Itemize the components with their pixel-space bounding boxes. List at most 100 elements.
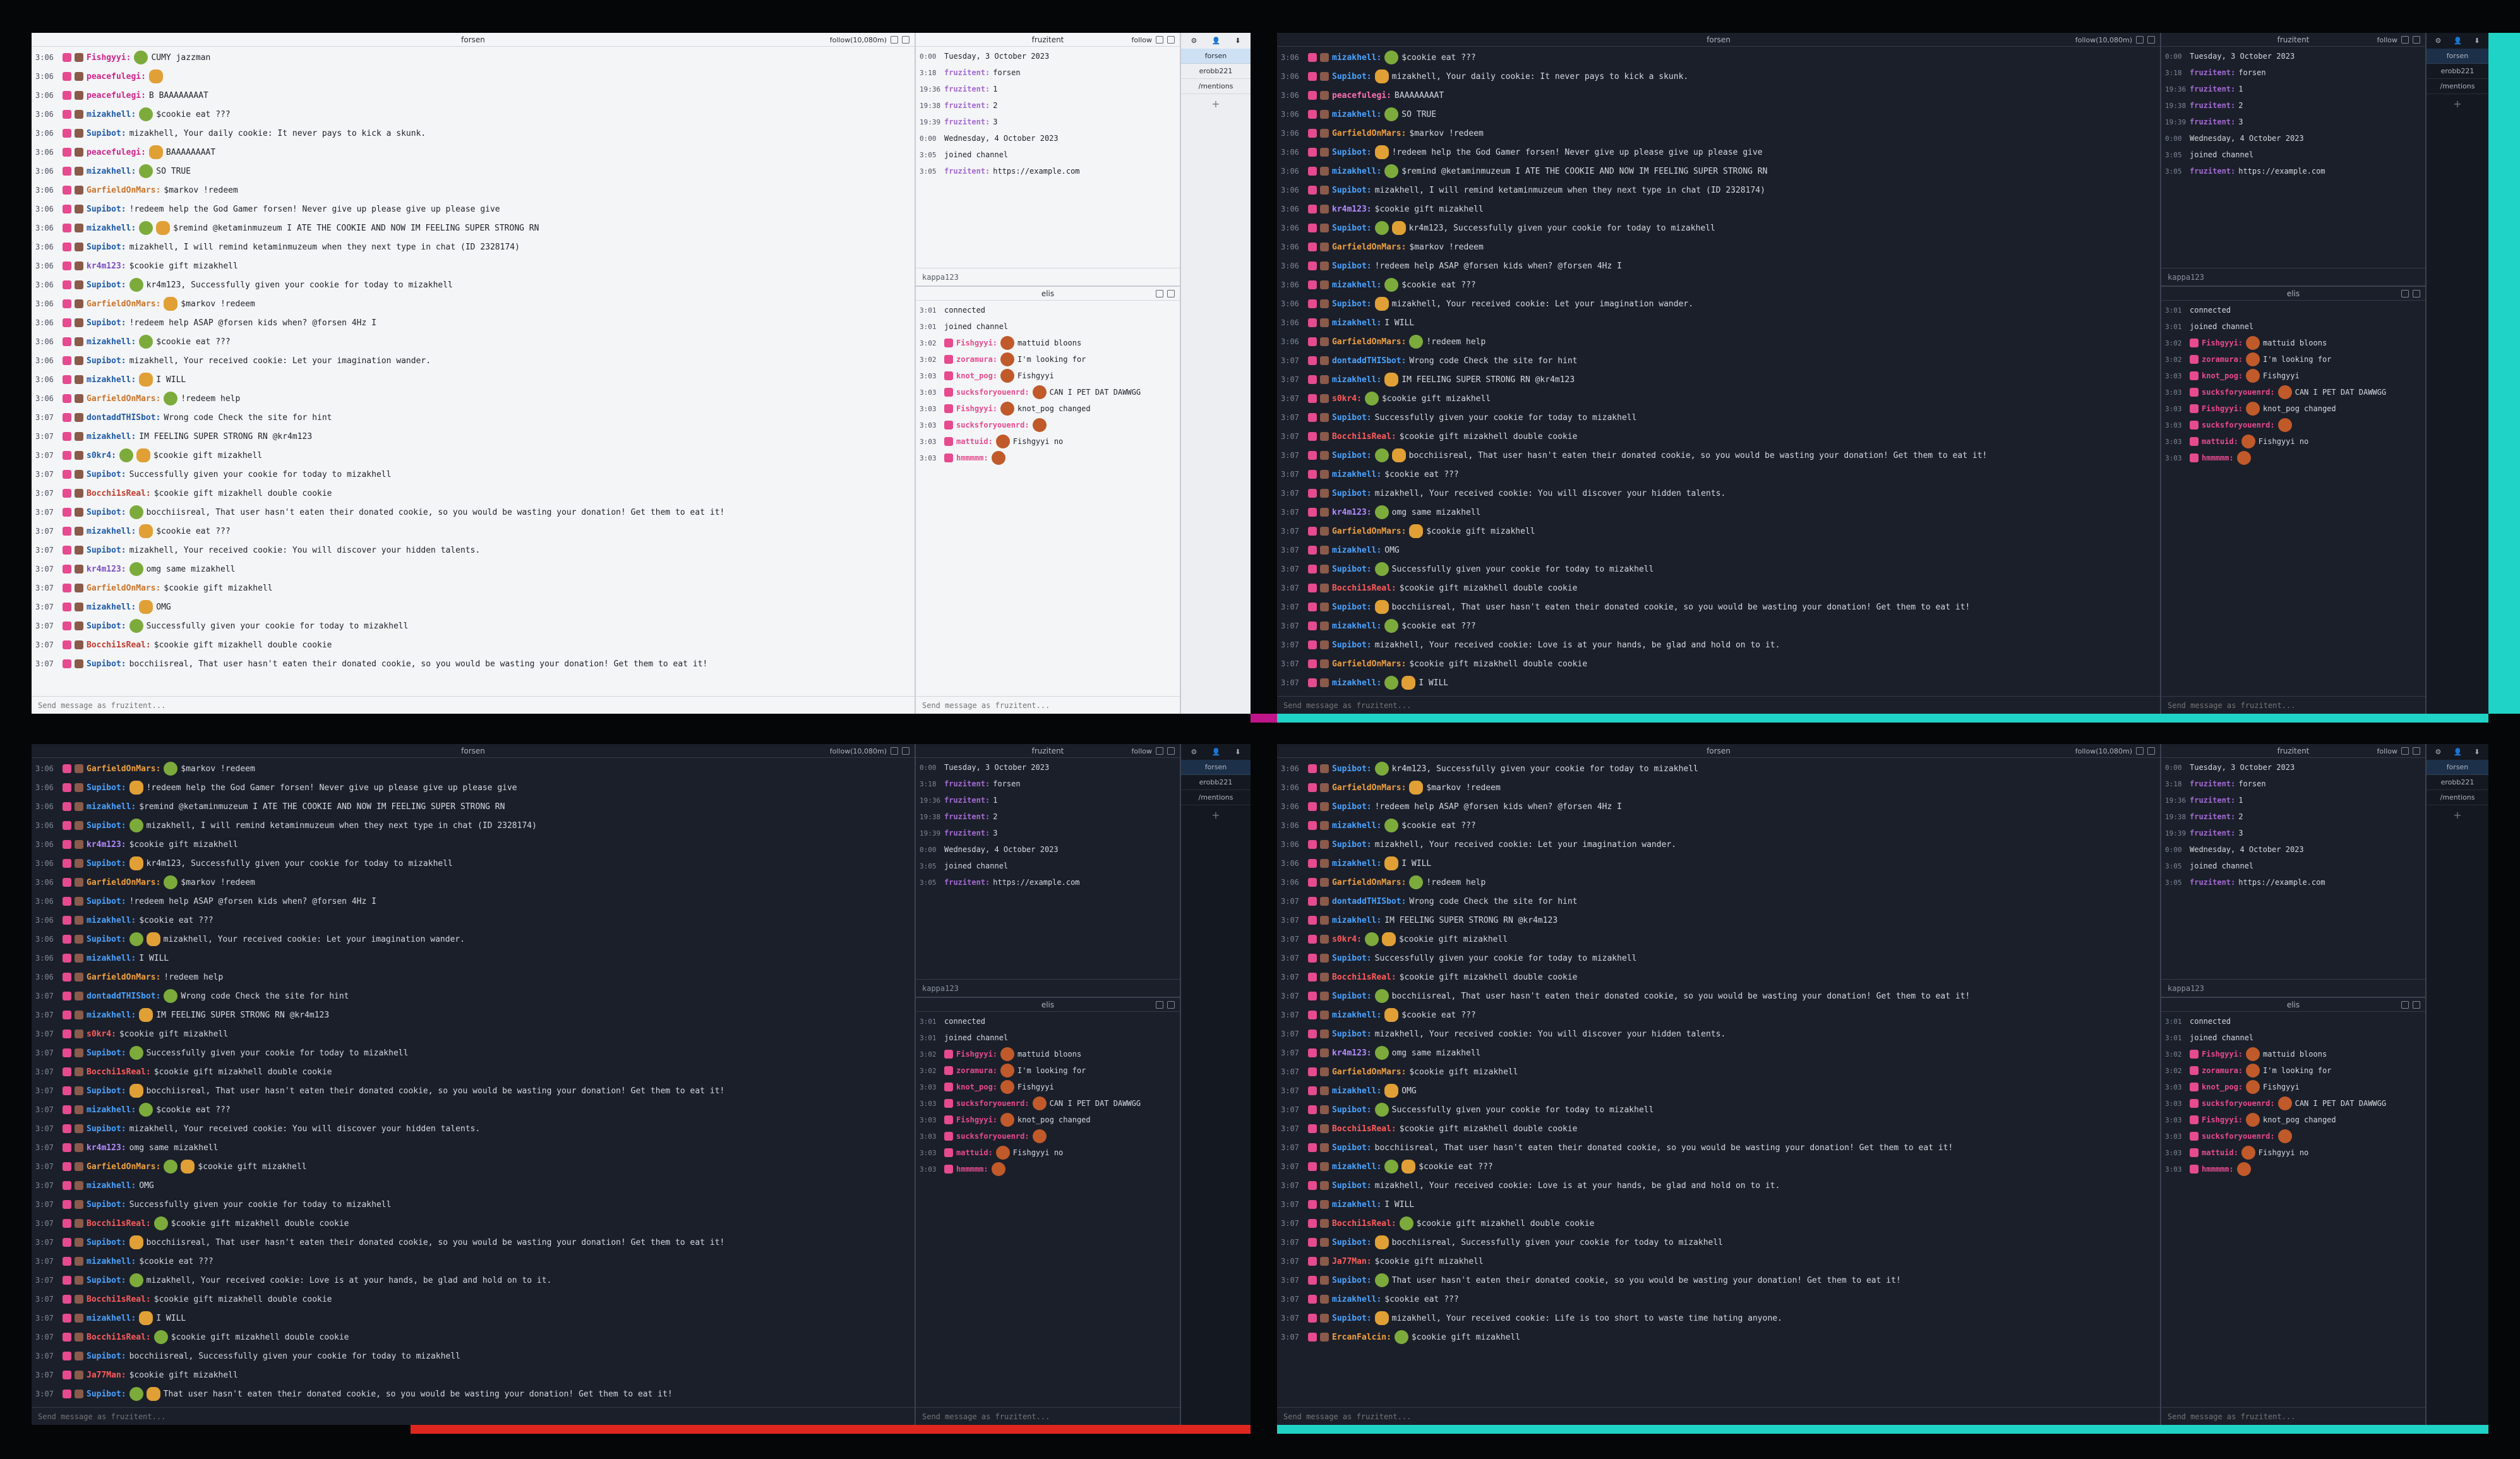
message-username[interactable]: s0kr4:: [87, 1030, 116, 1039]
message-username[interactable]: mattuid:: [2202, 437, 2238, 446]
message-username[interactable]: fruzitent:: [2190, 878, 2235, 887]
message-username[interactable]: Supibot:: [1332, 1105, 1372, 1115]
settings-icon[interactable]: ⚙: [2435, 37, 2442, 45]
message-username[interactable]: Supibot:: [87, 1048, 126, 1058]
message-username[interactable]: Supibot:: [1332, 261, 1372, 271]
message-username[interactable]: mattuid:: [956, 437, 993, 446]
follow-status[interactable]: follow(10,080m): [2075, 36, 2132, 44]
sidebar-item-mentions[interactable]: /mentions: [2427, 790, 2488, 805]
message-list[interactable]: 3:06 Fishgyyi: CUMY jazzman 3:06 peacefulegi…: [32, 47, 915, 696]
message-username[interactable]: Supibot:: [87, 470, 126, 479]
message-username[interactable]: GarfieldOnMars:: [1332, 1067, 1406, 1077]
message-link[interactable]: https://example.com: [993, 878, 1079, 887]
chat-input[interactable]: [1283, 700, 2154, 710]
split-input[interactable]: [2168, 272, 2419, 282]
message-username[interactable]: GarfieldOnMars:: [1332, 527, 1406, 536]
message-username[interactable]: fruzitent:: [944, 68, 990, 77]
message-username[interactable]: fruzitent:: [2190, 101, 2235, 110]
message-username[interactable]: mizakhell:: [87, 167, 136, 176]
message-username[interactable]: Supibot:: [1332, 1143, 1372, 1153]
message-username[interactable]: Supibot:: [87, 1124, 126, 1134]
mod-icon[interactable]: [1156, 290, 1163, 297]
message-username[interactable]: Supibot:: [87, 318, 126, 328]
message-username[interactable]: GarfieldOnMars:: [1332, 878, 1406, 887]
message-username[interactable]: dontaddTHISbot:: [1332, 897, 1406, 906]
message-username[interactable]: Bocchi1sReal:: [87, 1295, 151, 1304]
add-tab-button[interactable]: +: [2427, 94, 2488, 114]
message-username[interactable]: GarfieldOnMars:: [1332, 129, 1406, 138]
message-username[interactable]: mizakhell:: [1332, 167, 1381, 176]
sidebar-item-forsen[interactable]: forsen: [1181, 49, 1251, 64]
message-username[interactable]: Bocchi1sReal:: [1332, 1219, 1396, 1228]
split-input[interactable]: [922, 1412, 1173, 1421]
message-username[interactable]: mizakhell:: [1332, 621, 1381, 631]
split-input[interactable]: [922, 700, 1173, 710]
message-username[interactable]: mizakhell:: [1332, 821, 1381, 831]
message-username[interactable]: sucksforyouenrd:: [956, 421, 1029, 429]
message-username[interactable]: mizakhell:: [87, 1257, 136, 1266]
download-icon[interactable]: ⬇: [2474, 748, 2480, 756]
message-username[interactable]: sucksforyouenrd:: [956, 388, 1029, 397]
message-username[interactable]: Supibot:: [87, 935, 126, 944]
split-input[interactable]: [2168, 700, 2419, 710]
split-message-list[interactable]: 3:01 connected 3:01 joined channel 3:02 Fishg…: [916, 1012, 1180, 1407]
message-username[interactable]: Supibot:: [1332, 299, 1372, 309]
mod-icon[interactable]: [2401, 290, 2409, 297]
message-username[interactable]: kr4m123:: [1332, 1048, 1372, 1058]
menu-icon[interactable]: [902, 36, 909, 44]
message-username[interactable]: kr4m123:: [87, 1143, 126, 1153]
message-username[interactable]: Supibot:: [87, 1200, 126, 1210]
message-username[interactable]: GarfieldOnMars:: [87, 299, 160, 309]
message-username[interactable]: fruzitent:: [944, 101, 990, 110]
download-icon[interactable]: ⬇: [1235, 748, 1240, 756]
message-link[interactable]: https://example.com: [993, 167, 1079, 176]
message-username[interactable]: s0kr4:: [87, 451, 116, 460]
message-username[interactable]: Supibot:: [87, 508, 126, 517]
message-username[interactable]: Bocchi1sReal:: [87, 1067, 151, 1077]
settings-icon[interactable]: ⚙: [1191, 748, 1197, 756]
mod-icon[interactable]: [2136, 36, 2144, 44]
message-username[interactable]: Bocchi1sReal:: [1332, 1124, 1396, 1134]
sidebar-item-erobb221[interactable]: erobb221: [2427, 64, 2488, 79]
menu-icon[interactable]: [2147, 747, 2155, 755]
chat-input[interactable]: [38, 700, 908, 710]
message-username[interactable]: peacefulegi:: [87, 91, 146, 100]
message-username[interactable]: Ja77Man:: [87, 1371, 126, 1380]
message-username[interactable]: Supibot:: [87, 621, 126, 631]
chat-input[interactable]: [38, 1412, 908, 1421]
message-username[interactable]: knot_pog:: [956, 371, 997, 380]
message-username[interactable]: Supibot:: [87, 1086, 126, 1096]
message-username[interactable]: GarfieldOnMars:: [87, 878, 160, 887]
message-username[interactable]: Bocchi1sReal:: [87, 640, 151, 650]
message-username[interactable]: GarfieldOnMars:: [87, 973, 160, 982]
message-username[interactable]: Fishgyyi:: [87, 53, 131, 63]
message-username[interactable]: Fishgyyi:: [956, 339, 997, 347]
sidebar-item-erobb221[interactable]: erobb221: [2427, 775, 2488, 790]
message-username[interactable]: mizakhell:: [87, 1314, 136, 1323]
message-username[interactable]: Supibot:: [1332, 603, 1372, 612]
message-username[interactable]: hmmmmm:: [2202, 1165, 2234, 1174]
message-username[interactable]: Supibot:: [87, 897, 126, 906]
sidebar-item-erobb221[interactable]: erobb221: [1181, 775, 1251, 790]
message-username[interactable]: Supibot:: [1332, 640, 1372, 650]
message-username[interactable]: mizakhell:: [1332, 678, 1381, 688]
message-username[interactable]: knot_pog:: [2202, 1083, 2243, 1091]
message-username[interactable]: peacefulegi:: [1332, 91, 1391, 100]
sidebar-item-mentions[interactable]: /mentions: [2427, 79, 2488, 94]
split-message-list[interactable]: 0:00 Tuesday, 3 October 2023 3:18 fruzitent…: [2161, 47, 2425, 268]
add-tab-button[interactable]: +: [1181, 94, 1251, 114]
message-username[interactable]: Supibot:: [87, 546, 126, 555]
message-username[interactable]: zoramura:: [956, 355, 997, 364]
message-username[interactable]: Supibot:: [87, 205, 126, 214]
message-username[interactable]: sucksforyouenrd:: [2202, 1132, 2275, 1141]
message-username[interactable]: knot_pog:: [956, 1083, 997, 1091]
message-username[interactable]: Supibot:: [87, 356, 126, 366]
message-username[interactable]: sucksforyouenrd:: [956, 1132, 1029, 1141]
message-username[interactable]: GarfieldOnMars:: [87, 394, 160, 404]
message-username[interactable]: Supibot:: [1332, 1314, 1372, 1323]
message-username[interactable]: mizakhell:: [1332, 1086, 1381, 1096]
message-username[interactable]: Supibot:: [87, 659, 126, 669]
message-username[interactable]: kr4m123:: [1332, 508, 1372, 517]
follow-button[interactable]: follow: [1132, 36, 1152, 44]
message-username[interactable]: Supibot:: [1332, 954, 1372, 963]
